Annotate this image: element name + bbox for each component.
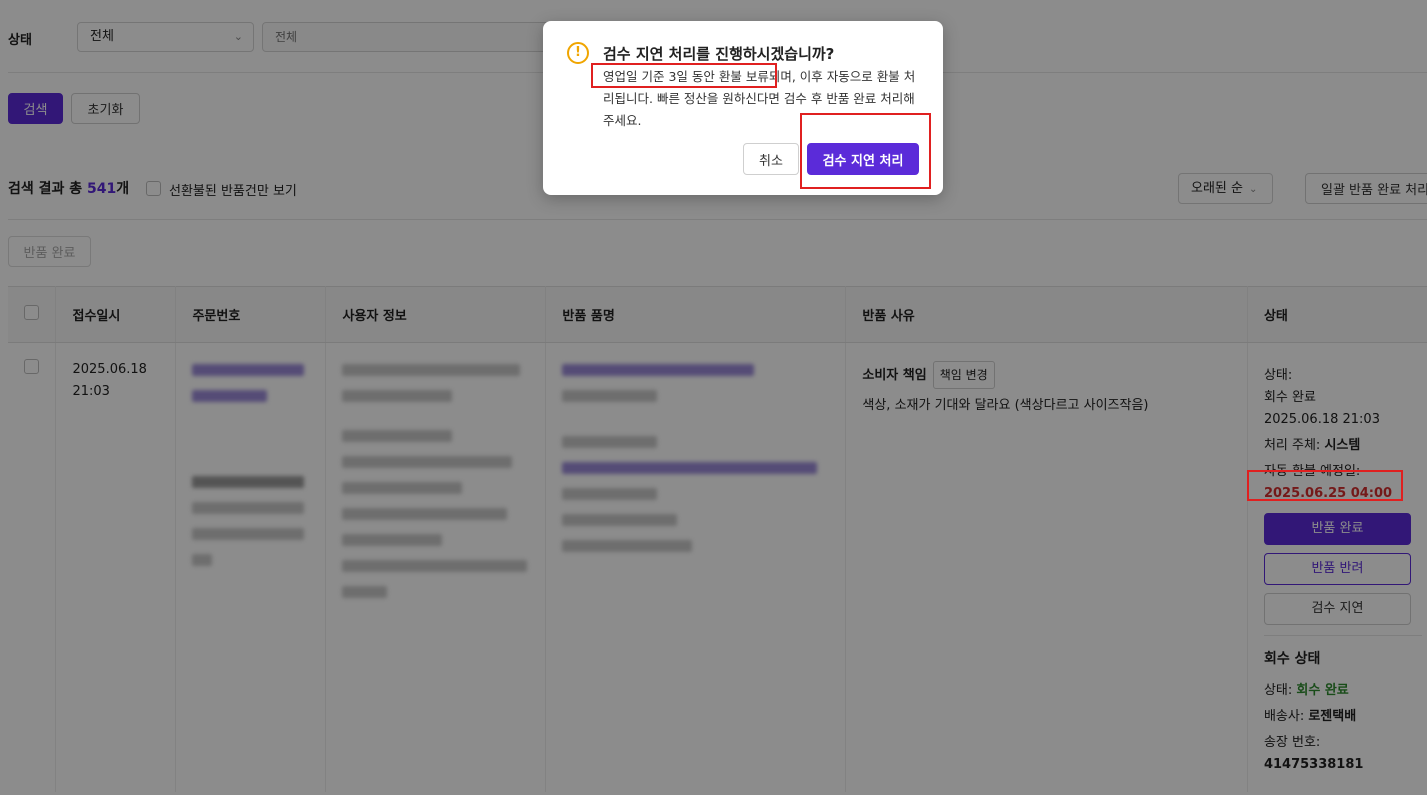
exclamation-icon: ! bbox=[567, 42, 589, 64]
highlight-box-refund-date bbox=[1247, 470, 1403, 501]
modal-cancel-button[interactable]: 취소 bbox=[743, 143, 799, 175]
modal-title: 검수 지연 처리를 진행하시겠습니까? bbox=[603, 45, 835, 63]
highlight-box-confirm bbox=[800, 113, 931, 189]
confirm-delay-modal: ! 검수 지연 처리를 진행하시겠습니까? 영업일 기준 3일 동안 환불 보류… bbox=[543, 21, 943, 195]
highlight-box-3-days bbox=[591, 63, 777, 88]
